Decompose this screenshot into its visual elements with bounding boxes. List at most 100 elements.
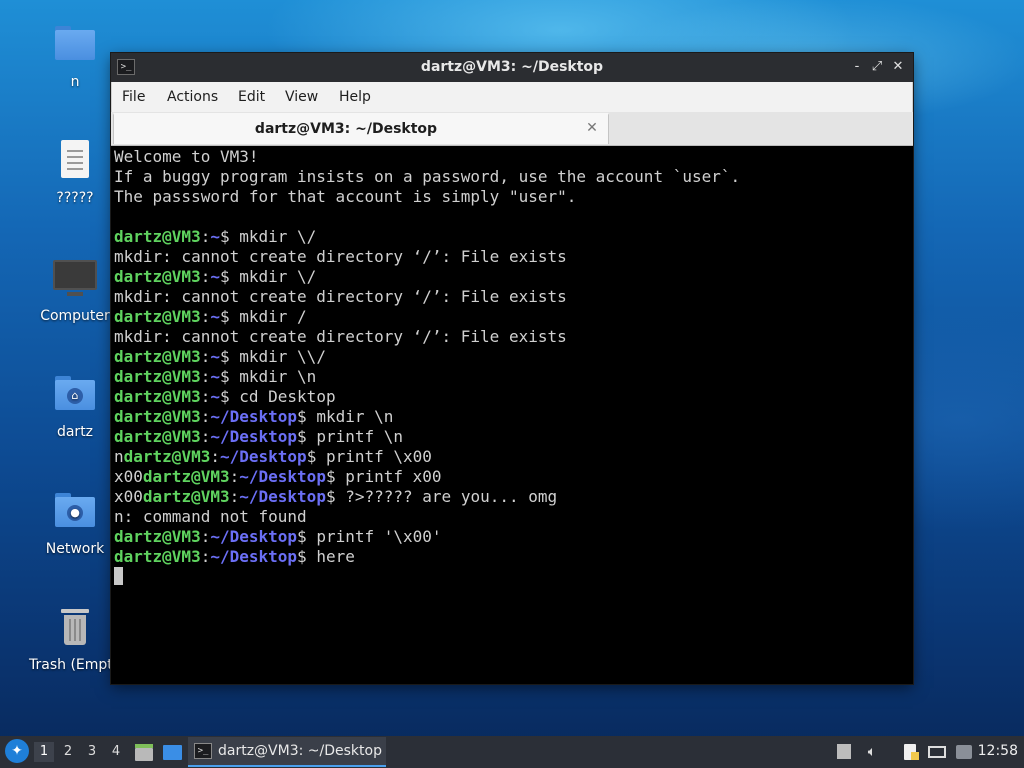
notifications-icon[interactable] <box>954 742 974 762</box>
terminal-line: dartz@VM3:~/Desktop$ printf \n <box>114 427 740 447</box>
workspace-2[interactable]: 2 <box>58 742 78 762</box>
show-desktop-icon[interactable] <box>162 742 182 762</box>
workspace-3[interactable]: 3 <box>82 742 102 762</box>
text-file-icon <box>53 140 97 184</box>
menu-bar: File Actions Edit View Help <box>111 82 913 113</box>
terminal-text-segment: : <box>210 447 220 466</box>
network-icon[interactable] <box>927 742 947 762</box>
terminal-text-segment: : <box>200 407 211 426</box>
desktop-icon-computer[interactable]: Computer <box>25 258 125 324</box>
menu-help[interactable]: Help <box>339 89 371 105</box>
desktop-icon-trash[interactable]: Trash (Empty) <box>25 607 111 673</box>
folder-icon <box>53 24 97 68</box>
prompt-user: dartz@VM3 <box>114 527 201 546</box>
trash-icon <box>53 607 97 651</box>
terminal-text-segment: : <box>200 367 211 386</box>
terminal-text: Welcome to VM3! If a buggy program insist… <box>114 147 740 587</box>
terminal-output-area[interactable]: Welcome to VM3! If a buggy program insist… <box>113 147 911 682</box>
prompt-user: dartz@VM3 <box>142 487 230 506</box>
terminal-line: mkdir: cannot create directory ‘/’: File… <box>114 327 740 347</box>
terminal-text-segment: : <box>229 487 240 506</box>
terminal-line: mkdir: cannot create directory ‘/’: File… <box>114 287 740 307</box>
terminal-cursor <box>114 567 123 585</box>
package-update-icon[interactable] <box>834 742 854 762</box>
terminal-window[interactable]: >_ dartz@VM3: ~/Desktop - ⤢ ✕ File Actio… <box>111 53 913 684</box>
terminal-text-segment: : <box>200 427 211 446</box>
terminal-text-segment: : <box>200 227 211 246</box>
tab-terminal[interactable]: dartz@VM3: ~/Desktop ✕ <box>113 113 609 144</box>
terminal-text-segment: $ cd Desktop <box>219 387 336 406</box>
prompt-user: dartz@VM3 <box>114 427 201 446</box>
clipboard-icon[interactable] <box>900 742 920 762</box>
terminal-text-segment: : <box>200 267 211 286</box>
prompt-user: dartz@VM3 <box>114 347 201 366</box>
terminal-text-segment: If a buggy program insists on a password… <box>114 167 741 186</box>
tab-close-icon[interactable]: ✕ <box>584 119 600 137</box>
terminal-text-segment: x00 <box>114 487 143 506</box>
terminal-text-segment: $ printf \n <box>297 427 404 446</box>
file-manager-icon[interactable] <box>134 742 154 762</box>
terminal-text-segment: $ printf x00 <box>325 467 442 486</box>
desktop-icon-network[interactable]: ● Network <box>25 491 125 557</box>
workspace-1[interactable]: 1 <box>34 742 54 762</box>
terminal-line: x00dartz@VM3:~/Desktop$ printf x00 <box>114 467 740 487</box>
desktop-icon-home[interactable]: ⌂ dartz <box>25 374 125 440</box>
terminal-line: If a buggy program insists on a password… <box>114 167 740 187</box>
workspace-4[interactable]: 4 <box>106 742 126 762</box>
terminal-line: dartz@VM3:~$ mkdir \n <box>114 367 740 387</box>
prompt-path: ~/Desktop <box>239 467 326 486</box>
maximize-button[interactable]: ⤢ <box>868 58 886 76</box>
menu-view[interactable]: View <box>285 89 318 105</box>
terminal-line: dartz@VM3:~$ cd Desktop <box>114 387 740 407</box>
desktop-icon-label: dartz <box>56 424 94 440</box>
desktop-icon-label: ????? <box>56 190 94 206</box>
close-button[interactable]: ✕ <box>889 58 907 76</box>
terminal-text-segment: Welcome to VM3! <box>114 147 259 166</box>
prompt-path: ~/Desktop <box>210 407 298 426</box>
taskbar-task-label: dartz@VM3: ~/Desktop <box>218 743 382 759</box>
terminal-text-segment: The passsword for that account is simply… <box>114 187 577 206</box>
desktop-icon-label: Network <box>45 541 105 557</box>
desktop-icon-label: n <box>70 74 80 90</box>
desktop-icon-label: Computer <box>40 308 110 324</box>
desktop-icon-label: Trash (Empty) <box>29 657 111 673</box>
menu-actions[interactable]: Actions <box>167 89 218 105</box>
minimize-button[interactable]: - <box>848 58 866 76</box>
prompt-user: dartz@VM3 <box>114 547 201 566</box>
prompt-path: ~/Desktop <box>210 527 298 546</box>
terminal-text-segment: x00 <box>114 467 143 486</box>
terminal-line: dartz@VM3:~$ mkdir / <box>114 307 740 327</box>
menu-edit[interactable]: Edit <box>238 89 265 105</box>
clock[interactable]: 12:58 <box>978 743 1018 759</box>
terminal-text-segment: $ printf '\x00' <box>297 527 442 546</box>
prompt-user: dartz@VM3 <box>142 467 230 486</box>
desktop-icon-n[interactable]: n <box>25 24 125 90</box>
terminal-line: dartz@VM3:~/Desktop$ printf '\x00' <box>114 527 740 547</box>
prompt-path: ~/Desktop <box>210 427 298 446</box>
terminal-line: dartz@VM3:~$ mkdir \/ <box>114 227 740 247</box>
taskbar: ✦ 1 2 3 4 >_ dartz@VM3: ~/Desktop 🔈︎ 12:… <box>0 736 1024 768</box>
taskbar-task-terminal[interactable]: >_ dartz@VM3: ~/Desktop <box>188 737 386 767</box>
terminal-text-segment: $ mkdir \n <box>219 367 317 386</box>
volume-icon[interactable]: 🔈︎ <box>862 742 882 762</box>
terminal-line: Welcome to VM3! <box>114 147 740 167</box>
terminal-text-segment: : <box>200 547 211 566</box>
tab-bar: dartz@VM3: ~/Desktop ✕ <box>111 112 913 146</box>
start-menu-icon[interactable]: ✦ <box>5 739 29 763</box>
computer-icon <box>53 258 97 302</box>
prompt-path: ~ <box>210 307 220 326</box>
terminal-cursor-line <box>114 567 740 587</box>
prompt-user: dartz@VM3 <box>114 407 201 426</box>
window-titlebar[interactable]: >_ dartz@VM3: ~/Desktop - ⤢ ✕ <box>111 53 913 82</box>
terminal-text-segment: $ printf \x00 <box>306 447 432 466</box>
network-folder-icon: ● <box>53 491 97 535</box>
prompt-path: ~ <box>210 347 220 366</box>
prompt-path: ~ <box>210 267 220 286</box>
terminal-text-segment: $ mkdir \n <box>297 407 394 426</box>
prompt-path: ~/Desktop <box>239 487 326 506</box>
terminal-text-segment: : <box>229 467 240 486</box>
menu-file[interactable]: File <box>122 89 145 105</box>
desktop-icon-file[interactable]: ????? <box>25 140 125 206</box>
prompt-path: ~/Desktop <box>219 447 307 466</box>
